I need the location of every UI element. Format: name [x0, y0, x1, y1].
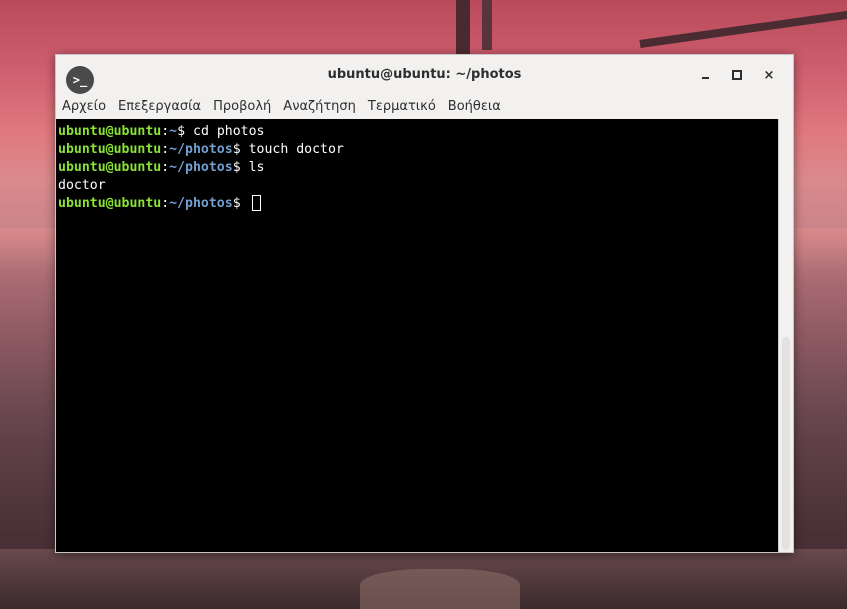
terminal-line: ubuntu@ubuntu:~$ cd photos — [58, 123, 776, 141]
prompt-path: ~/photos — [169, 196, 233, 211]
close-icon: × — [763, 67, 775, 83]
command-text: touch doctor — [248, 142, 344, 157]
command-text: ls — [248, 160, 265, 175]
text-cursor — [251, 195, 261, 211]
terminal-line: ubuntu@ubuntu:~/photos$ — [58, 195, 776, 213]
terminal-line: ubuntu@ubuntu:~/photos$ ls — [58, 159, 776, 177]
prompt-path: ~ — [169, 124, 178, 139]
command-text: cd photos — [193, 124, 265, 139]
window-title: ubuntu@ubuntu: ~/photos — [327, 67, 522, 82]
terminal-line: ubuntu@ubuntu:~/photos$ touch doctor — [58, 141, 776, 159]
close-button[interactable]: × — [753, 65, 785, 85]
window-controls: × — [689, 65, 785, 85]
menu-view[interactable]: Προβολή — [213, 99, 277, 114]
prompt-user: ubuntu@ubuntu — [58, 160, 162, 175]
bridge-tower — [456, 0, 470, 60]
bridge-tower — [482, 0, 492, 50]
terminal-output-line: doctor — [58, 177, 776, 195]
menu-edit[interactable]: Επεξεργασία — [118, 99, 207, 114]
prompt-user: ubuntu@ubuntu — [58, 124, 162, 139]
prompt-colon: : — [161, 142, 170, 157]
prompt-path: ~/photos — [169, 142, 233, 157]
menubar: Αρχείο Επεξεργασία Προβολή Αναζήτηση Τερ… — [56, 94, 793, 118]
terminal-screen[interactable]: ubuntu@ubuntu:~$ cd photos ubuntu@ubuntu… — [56, 119, 778, 552]
prompt-user: ubuntu@ubuntu — [58, 142, 162, 157]
maximize-button[interactable] — [721, 65, 753, 85]
minimize-button[interactable] — [689, 65, 721, 85]
prompt-symbol: $ — [232, 196, 249, 211]
menu-help[interactable]: Βοήθεια — [448, 99, 507, 114]
prompt-symbol: $ — [232, 160, 249, 175]
prompt-symbol: $ — [232, 142, 249, 157]
bridge-deck — [639, 10, 847, 48]
menu-file[interactable]: Αρχείο — [62, 99, 112, 114]
terminal-window[interactable]: >_ ubuntu@ubuntu: ~/photos × Αρχείο Επεξ… — [55, 54, 794, 553]
maximize-icon — [732, 70, 742, 80]
prompt-colon: : — [161, 160, 170, 175]
scrollbar-thumb[interactable] — [782, 337, 790, 550]
menu-terminal[interactable]: Τερματικό — [368, 99, 442, 114]
terminal-area: ubuntu@ubuntu:~$ cd photos ubuntu@ubuntu… — [56, 119, 793, 552]
terminal-scrollbar[interactable] — [778, 119, 793, 552]
menu-search[interactable]: Αναζήτηση — [283, 99, 362, 114]
wallpaper-rocks — [360, 569, 520, 609]
prompt-path: ~/photos — [169, 160, 233, 175]
prompt-user: ubuntu@ubuntu — [58, 196, 162, 211]
command-output: doctor — [58, 178, 106, 193]
window-titlebar[interactable]: >_ ubuntu@ubuntu: ~/photos × — [56, 55, 793, 94]
minimize-icon — [701, 77, 709, 79]
terminal-app-icon[interactable]: >_ — [66, 66, 94, 94]
prompt-symbol: $ — [177, 124, 194, 139]
prompt-colon: : — [161, 196, 170, 211]
prompt-colon: : — [161, 124, 170, 139]
